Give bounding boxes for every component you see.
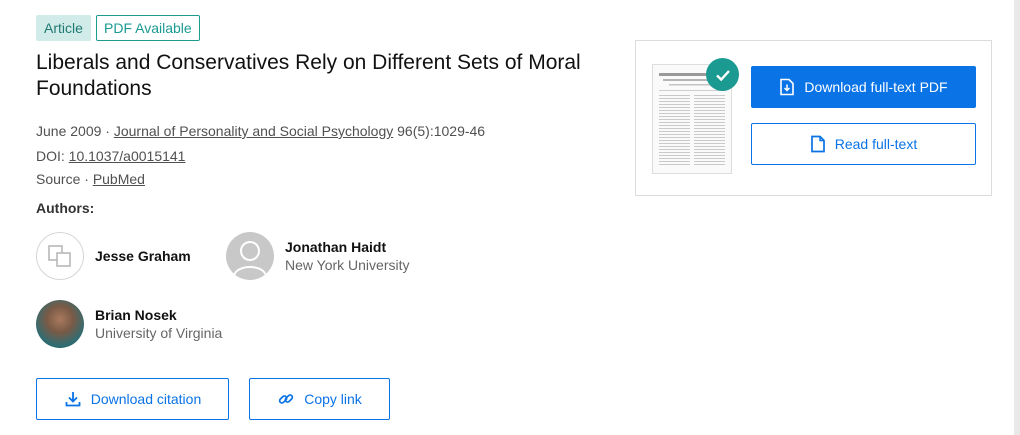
avatar-photo	[36, 300, 84, 348]
pdf-available-badge: PDF Available	[96, 15, 200, 41]
page-title: Liberals and Conservatives Rely on Diffe…	[36, 51, 581, 100]
copy-squares-icon	[48, 245, 71, 267]
download-citation-button[interactable]: Download citation	[36, 378, 229, 420]
copy-link-button[interactable]: Copy link	[249, 378, 390, 420]
authors-heading: Authors:	[36, 200, 95, 216]
author-text: Jesse Graham	[95, 247, 191, 265]
source-link[interactable]: PubMed	[93, 171, 145, 187]
check-icon	[706, 58, 739, 91]
author-text: Brian Nosek University of Virginia	[95, 306, 222, 342]
author-name[interactable]: Jesse Graham	[95, 247, 191, 265]
article-type-badge: Article	[36, 15, 91, 41]
download-citation-label: Download citation	[90, 391, 202, 407]
read-full-text-label: Read full-text	[834, 136, 918, 152]
author-item[interactable]: Brian Nosek University of Virginia	[36, 300, 222, 348]
download-full-text-pdf-button[interactable]: Download full-text PDF	[751, 66, 976, 108]
link-icon	[277, 390, 295, 408]
avatar	[226, 232, 274, 280]
author-item[interactable]: Jonathan Haidt New York University	[226, 232, 410, 280]
author-affiliation[interactable]: New York University	[285, 256, 410, 274]
download-pdf-label: Download full-text PDF	[804, 79, 948, 95]
meta-separator: ·	[101, 123, 114, 139]
author-affiliation[interactable]: University of Virginia	[95, 324, 222, 342]
publication-date: June 2009	[36, 123, 102, 139]
author-text: Jonathan Haidt New York University	[285, 238, 410, 274]
doi-link[interactable]: 10.1037/a0015141	[69, 148, 186, 164]
source-line: Source · PubMed	[36, 170, 145, 188]
volume-pages: 96(5):1029-46	[393, 123, 486, 139]
full-text-panel: Download full-text PDF Read full-text	[635, 40, 992, 196]
doi-line: DOI: 10.1037/a0015141	[36, 147, 185, 165]
scrollbar-track[interactable]	[1014, 0, 1020, 435]
copy-link-label: Copy link	[304, 391, 362, 407]
author-item[interactable]: Jesse Graham	[36, 232, 191, 280]
doi-label: DOI:	[36, 148, 69, 164]
publication-info: June 2009 · Journal of Personality and S…	[36, 122, 485, 140]
author-name[interactable]: Jonathan Haidt	[285, 238, 410, 256]
source-label: Source ·	[36, 171, 93, 187]
avatar	[36, 232, 84, 280]
author-name[interactable]: Brian Nosek	[95, 306, 222, 324]
download-icon	[64, 390, 82, 408]
journal-link[interactable]: Journal of Personality and Social Psycho…	[114, 123, 393, 139]
file-download-icon	[779, 78, 795, 96]
read-full-text-button[interactable]: Read full-text	[751, 123, 976, 165]
user-placeholder-icon	[233, 241, 267, 277]
file-icon	[810, 135, 826, 153]
